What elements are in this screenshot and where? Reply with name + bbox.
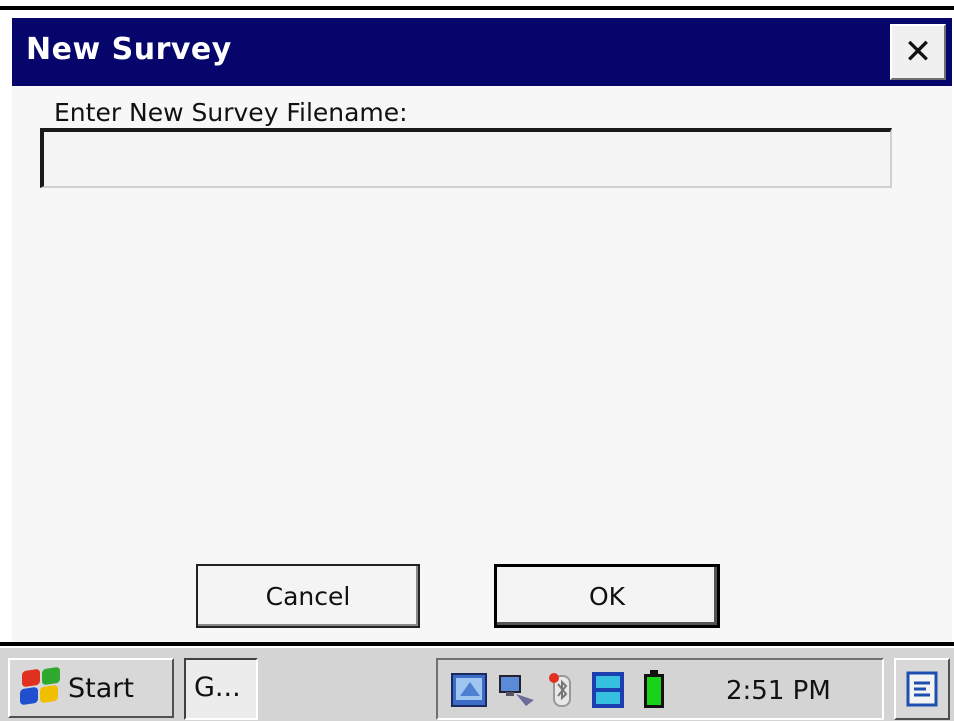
bluetooth-icon[interactable] xyxy=(542,670,582,710)
clock[interactable]: 2:51 PM xyxy=(726,676,831,706)
start-label: Start xyxy=(68,672,134,704)
ok-button[interactable]: OK xyxy=(494,564,720,628)
show-desktop-button[interactable] xyxy=(894,658,950,720)
title-bar: New Survey ✕ xyxy=(12,18,952,86)
network-icon[interactable] xyxy=(450,670,490,710)
close-button[interactable]: ✕ xyxy=(890,24,946,80)
start-button[interactable]: Start xyxy=(8,658,174,718)
system-tray: 2:51 PM xyxy=(436,658,884,720)
close-icon: ✕ xyxy=(903,32,933,72)
cancel-button-label: Cancel xyxy=(265,581,351,611)
filename-prompt-label: Enter New Survey Filename: xyxy=(54,98,408,127)
ok-button-label: OK xyxy=(588,581,626,611)
top-border xyxy=(0,0,954,10)
filename-input[interactable] xyxy=(40,128,892,188)
connectivity-icon[interactable] xyxy=(496,670,536,710)
taskbar-app-label: G... xyxy=(194,672,241,703)
taskbar: Start G... 2:51 PM xyxy=(0,646,954,721)
dtg-client-icon[interactable] xyxy=(588,670,628,710)
window-title: New Survey xyxy=(26,32,232,67)
cancel-button[interactable]: Cancel xyxy=(196,564,420,628)
battery-icon[interactable] xyxy=(634,670,674,710)
desktop-icon xyxy=(906,671,938,707)
dialog-body: Enter New Survey Filename: Cancel OK xyxy=(12,86,952,642)
taskbar-app-button[interactable]: G... xyxy=(184,658,258,720)
windows-logo-icon xyxy=(18,666,62,708)
